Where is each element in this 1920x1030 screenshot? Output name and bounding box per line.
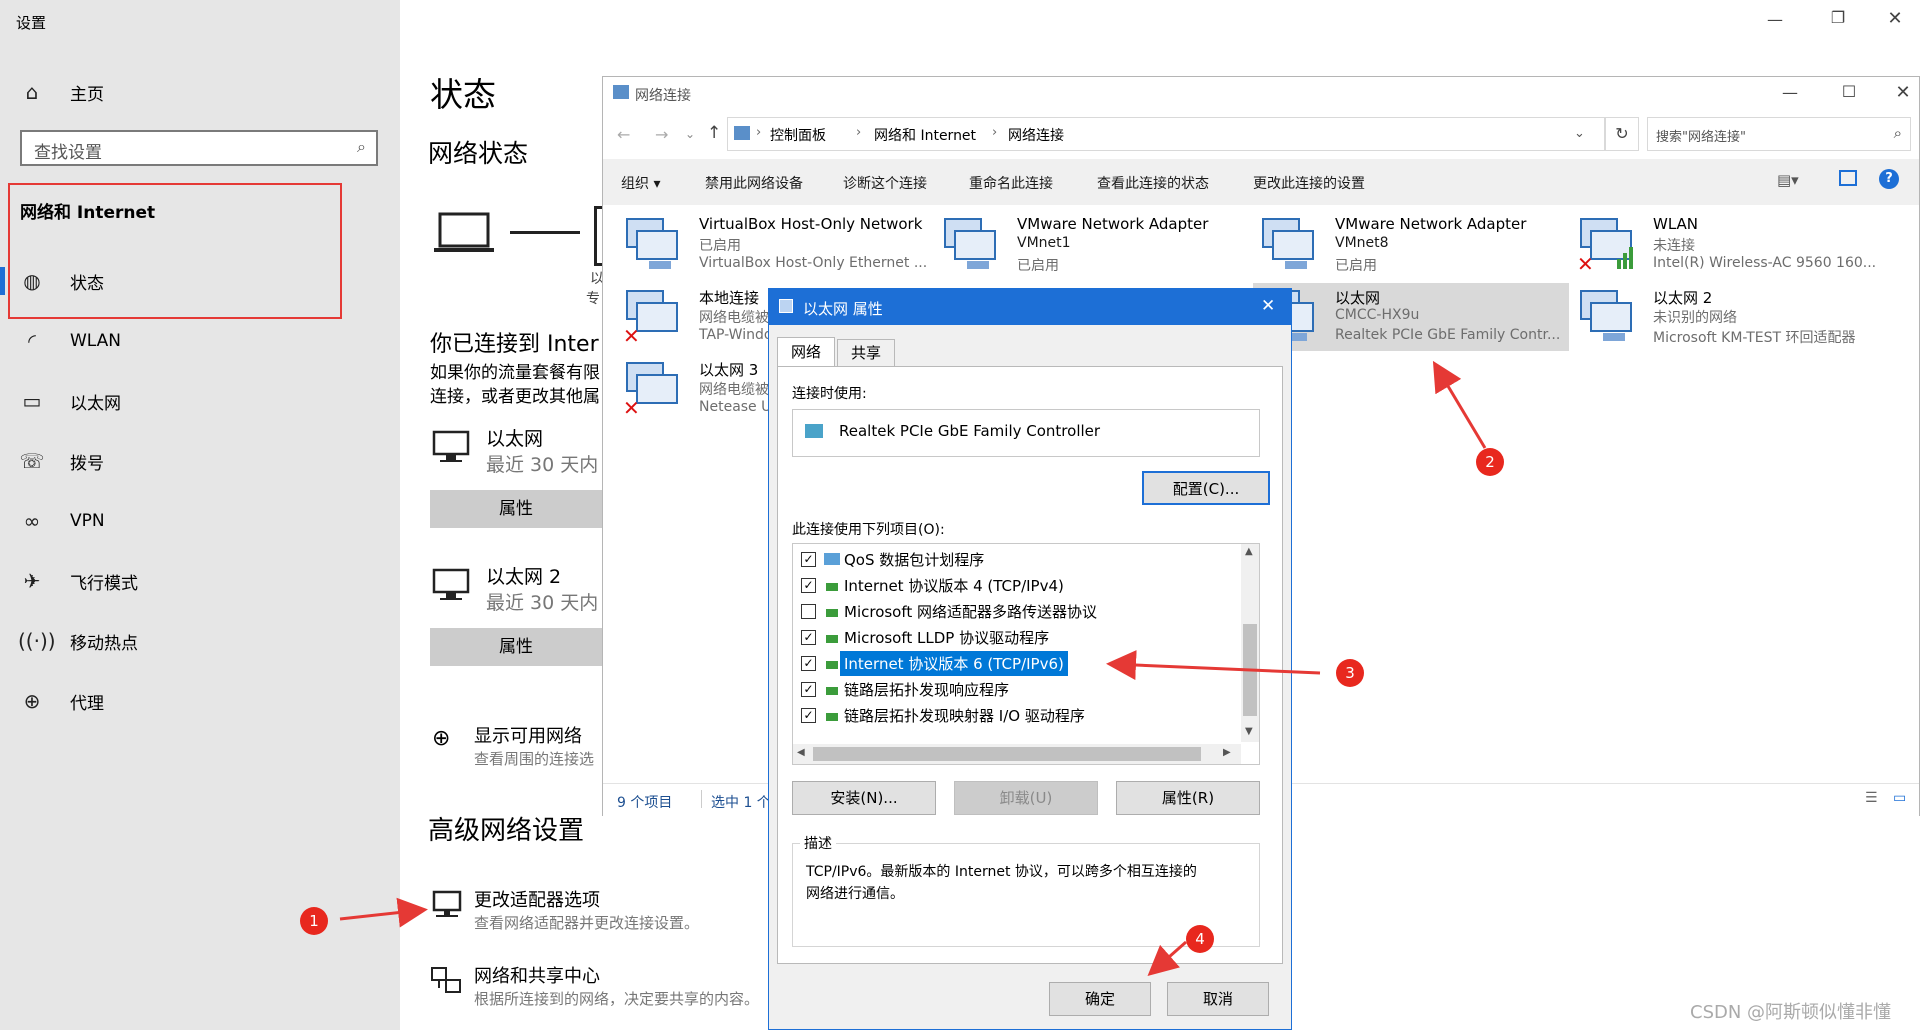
annotation-badge-2: 2 xyxy=(1476,448,1504,476)
arrow-2 xyxy=(1432,360,1487,449)
annotation-badge-3: 3 xyxy=(1336,659,1364,687)
annotation-badge-4: 4 xyxy=(1186,925,1214,953)
watermark: CSDN @阿斯顿似懂非懂 xyxy=(1690,1002,1892,1023)
arrow-4 xyxy=(1147,940,1187,976)
annotation-badge-1: 1 xyxy=(300,907,328,935)
arrow-1 xyxy=(339,897,428,928)
arrow-3 xyxy=(1106,650,1321,681)
annotation-arrows xyxy=(339,360,1487,976)
